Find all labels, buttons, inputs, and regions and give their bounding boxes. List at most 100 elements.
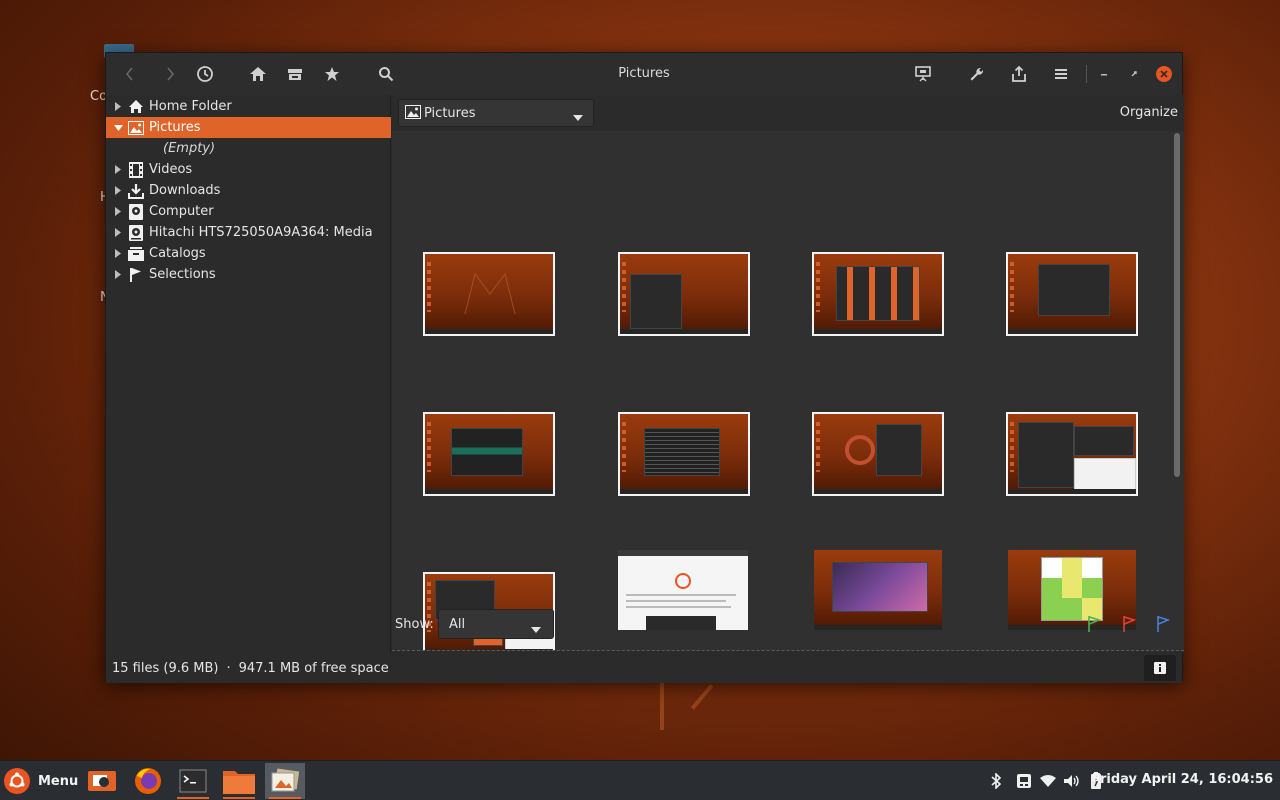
taskbar: Menu Friday April 24, 16:04:56	[0, 760, 1280, 800]
wifi-indicator[interactable]	[1038, 771, 1058, 791]
tree-item-catalogs[interactable]: Catalogs	[106, 243, 391, 264]
blue-flag-filter-button[interactable]	[1156, 615, 1172, 633]
wallpaper-line	[660, 682, 664, 730]
info-icon	[1154, 662, 1166, 674]
taskbar-app-image-viewer[interactable]	[265, 763, 305, 799]
taskbar-app-files[interactable]	[219, 763, 259, 799]
tree-item-home-folder[interactable]: Home Folder	[106, 96, 391, 117]
preferences-button[interactable]	[963, 62, 991, 86]
tree-item-label: Videos	[149, 162, 193, 177]
tree-item-videos[interactable]: Videos	[106, 159, 391, 180]
minimize-button[interactable]	[1090, 62, 1118, 86]
home-button[interactable]	[244, 62, 272, 86]
thumbnail[interactable]	[814, 550, 942, 630]
tree-item-computer[interactable]: Computer	[106, 201, 391, 222]
main-menu-button[interactable]	[1047, 62, 1075, 86]
expand-arrow-icon[interactable]	[113, 207, 123, 216]
wallpaper-line	[690, 684, 714, 710]
expand-arrow-icon[interactable]	[113, 228, 123, 237]
thumbnail[interactable]	[1008, 550, 1136, 630]
tree-item-selections[interactable]: Selections	[106, 264, 391, 285]
network-indicator[interactable]	[1014, 771, 1034, 791]
taskbar-app-terminal[interactable]	[173, 763, 213, 799]
search-button[interactable]	[372, 62, 400, 86]
search-icon	[379, 67, 394, 82]
thumbnail-scrollbar[interactable]	[1174, 133, 1180, 477]
blue-flag-icon	[1157, 616, 1171, 632]
file-count: 15 files (9.6 MB)	[112, 660, 219, 676]
tree-item-label: Selections	[149, 267, 216, 282]
tree-item-hitachi-media[interactable]: Hitachi HTS725050A9A364: Media	[106, 222, 391, 243]
clock[interactable]: Friday April 24, 16:04:56	[1092, 772, 1273, 787]
bookmarks-button[interactable]	[318, 62, 346, 86]
properties-button[interactable]	[1144, 655, 1176, 681]
close-button[interactable]	[1156, 66, 1172, 82]
pictures-icon	[128, 120, 144, 136]
tree-item-label: Computer	[149, 204, 214, 219]
collapse-arrow-icon[interactable]	[113, 124, 123, 131]
harddisk-icon	[128, 224, 144, 241]
expand-arrow-icon[interactable]	[113, 102, 123, 111]
folder-tree: Home Folder Pictures (Empty) Videos Down…	[106, 95, 391, 653]
catalog-icon	[128, 246, 144, 262]
history-button[interactable]	[191, 62, 219, 86]
thumbnail[interactable]	[1006, 412, 1138, 496]
volume-indicator[interactable]	[1062, 771, 1082, 791]
thumbnail[interactable]	[618, 550, 748, 630]
green-flag-filter-button[interactable]	[1087, 615, 1103, 633]
chevron-down-icon	[573, 110, 583, 125]
volume-icon	[1064, 775, 1079, 787]
thumbnail[interactable]	[1006, 252, 1138, 336]
tree-item-label: Hitachi HTS725050A9A364: Media	[149, 225, 373, 240]
show-filter-label: Show:	[395, 617, 434, 632]
image-viewer-window: Pictures Home Folder Pictures (Empty) Vi…	[105, 52, 1184, 683]
location-label: Pictures	[424, 105, 476, 121]
back-button[interactable]	[116, 62, 144, 86]
thumbnail-grid[interactable]	[392, 131, 1184, 651]
tree-item-label: Catalogs	[149, 246, 206, 261]
download-icon	[128, 183, 144, 199]
history-icon	[197, 66, 213, 82]
share-icon	[1012, 66, 1026, 82]
expand-arrow-icon[interactable]	[113, 186, 123, 195]
tree-item-downloads[interactable]: Downloads	[106, 180, 391, 201]
expand-arrow-icon[interactable]	[113, 270, 123, 279]
share-button[interactable]	[1005, 62, 1033, 86]
organize-button[interactable]: Organize	[1120, 105, 1178, 120]
location-dropdown[interactable]: Pictures	[398, 99, 594, 127]
presentation-button[interactable]	[909, 62, 937, 86]
start-menu-button[interactable]: Menu	[4, 768, 78, 794]
thumbnail[interactable]	[618, 252, 750, 336]
thumbnail[interactable]	[812, 412, 944, 496]
status-bar: 15 files (9.6 MB) · 947.1 MB of free spa…	[106, 653, 1182, 683]
title-bar: Pictures	[106, 53, 1182, 95]
thumbnail[interactable]	[812, 252, 944, 336]
tree-item-pictures[interactable]: Pictures	[106, 117, 391, 138]
terminal-icon	[179, 769, 207, 793]
ubuntu-logo-icon	[4, 768, 30, 794]
wifi-icon	[1040, 775, 1056, 787]
taskbar-app-screenshot[interactable]	[82, 763, 122, 799]
empty-placeholder: (Empty)	[163, 141, 216, 156]
free-space: 947.1 MB of free space	[238, 660, 389, 676]
presentation-icon	[915, 66, 931, 82]
thumbnail[interactable]	[618, 412, 750, 496]
main-panel: Pictures Organize Show: All	[392, 95, 1184, 653]
forward-button[interactable]	[156, 62, 184, 86]
show-filter-value: All	[449, 616, 466, 632]
thumbnail[interactable]	[423, 412, 555, 496]
screenshot-app-icon	[88, 771, 116, 791]
thumbnail[interactable]	[423, 252, 555, 336]
expand-arrow-icon[interactable]	[113, 165, 123, 174]
network-icon	[1017, 774, 1031, 788]
bluetooth-indicator[interactable]	[986, 771, 1006, 791]
green-flag-icon	[1088, 616, 1102, 632]
restore-button[interactable]	[1120, 62, 1148, 86]
expand-arrow-icon[interactable]	[113, 249, 123, 258]
drive-button[interactable]	[281, 62, 309, 86]
show-filter-dropdown[interactable]: All	[438, 609, 554, 639]
red-flag-filter-button[interactable]	[1122, 615, 1138, 633]
close-icon	[1160, 70, 1168, 78]
taskbar-app-firefox[interactable]	[128, 763, 168, 799]
film-icon	[128, 161, 144, 178]
